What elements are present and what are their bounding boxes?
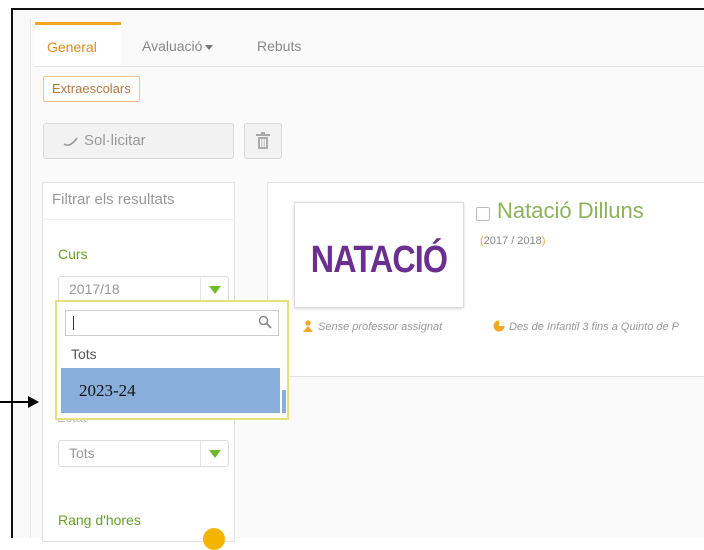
annotation-arrow-line (0, 401, 29, 403)
tab-rebuts[interactable]: Rebuts (245, 22, 325, 66)
dropdown-search-input[interactable] (65, 310, 279, 336)
estat-select[interactable]: Tots (58, 440, 229, 467)
delete-button[interactable] (244, 123, 282, 159)
tab-general[interactable]: General (35, 22, 121, 66)
highlight-edge (282, 390, 286, 413)
curs-label: Curs (58, 246, 88, 262)
curs-select[interactable]: 2017/18 (58, 276, 229, 303)
curs-dropdown: Tots 2023-24 (55, 300, 289, 420)
toggle-knob[interactable] (203, 528, 225, 550)
dropdown-option-2023-24[interactable]: 2023-24 (79, 381, 136, 401)
trash-icon (256, 132, 270, 149)
course-year: (2017 / 2018) (480, 235, 546, 247)
divider (43, 219, 235, 220)
annotation-arrow-icon (28, 396, 39, 408)
filter-title: Filtrar els resultats (52, 191, 175, 208)
chevron-down-icon (200, 441, 228, 466)
teacher-info: Sense professor assignat (302, 320, 442, 333)
subtab-extraescolars[interactable]: Extraescolars (43, 76, 140, 102)
dropdown-option-tots[interactable]: Tots (71, 346, 97, 362)
search-icon (258, 315, 272, 329)
caret-down-icon (205, 44, 214, 50)
course-range: Des de Infantil 3 fins a Quinto de P (493, 320, 679, 333)
tab-avaluacio[interactable]: Avaluació (130, 22, 230, 66)
person-icon (303, 320, 313, 332)
course-checkbox[interactable] (476, 207, 490, 221)
course-title[interactable]: Natació Dilluns (497, 198, 644, 224)
course-logo: NATACIÓ (294, 202, 464, 308)
text-cursor (73, 316, 74, 330)
chevron-down-icon (200, 277, 228, 302)
tab-bar: General Avaluació Rebuts (35, 22, 704, 67)
spinner-icon (63, 137, 78, 146)
rang-hores-label: Rang d'hores (58, 512, 141, 528)
request-button[interactable]: Sol·licitar (43, 123, 234, 159)
pie-chart-icon (493, 320, 505, 332)
